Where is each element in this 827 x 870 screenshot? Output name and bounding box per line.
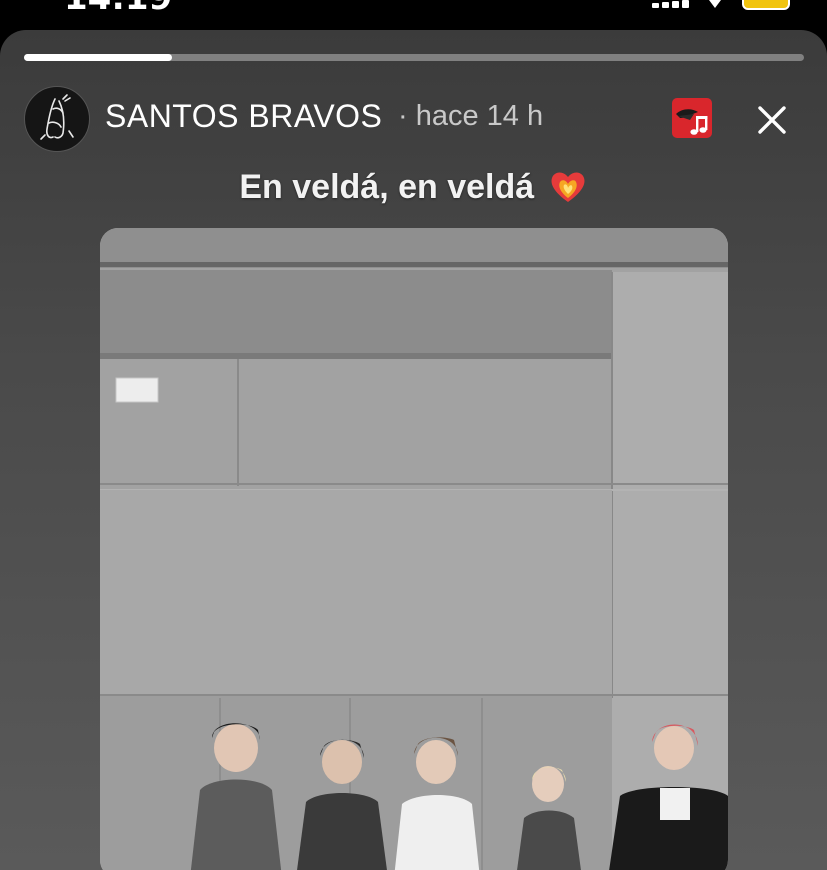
battery-icon bbox=[742, 0, 790, 10]
avatar-illustration-icon bbox=[40, 94, 74, 140]
music-note-icon bbox=[676, 109, 708, 135]
story-progress-bar bbox=[24, 54, 804, 61]
story-caption-text: En veldá, en veldá bbox=[239, 168, 535, 206]
close-icon[interactable] bbox=[752, 100, 792, 140]
story-timestamp: · hace 14 h bbox=[398, 100, 544, 132]
mending-heart-on-fire-emoji bbox=[551, 172, 585, 202]
wifi-icon bbox=[709, 0, 721, 8]
story-progress-fill bbox=[24, 54, 173, 61]
story-video[interactable] bbox=[100, 228, 728, 870]
cellular-signal-icon bbox=[652, 0, 692, 8]
status-bar: 14:19 bbox=[0, 0, 827, 30]
dance-practice-video-frame bbox=[100, 228, 728, 870]
story-viewer[interactable]: SANTOS BRAVOS · hace 14 h En veldá, en v… bbox=[0, 30, 827, 870]
story-caption: En veldá, en veldá bbox=[0, 168, 827, 207]
account-username[interactable]: SANTOS BRAVOS bbox=[105, 98, 382, 135]
music-button[interactable] bbox=[672, 98, 712, 138]
status-time: 14:19 bbox=[64, 0, 172, 18]
account-avatar[interactable] bbox=[24, 86, 90, 152]
